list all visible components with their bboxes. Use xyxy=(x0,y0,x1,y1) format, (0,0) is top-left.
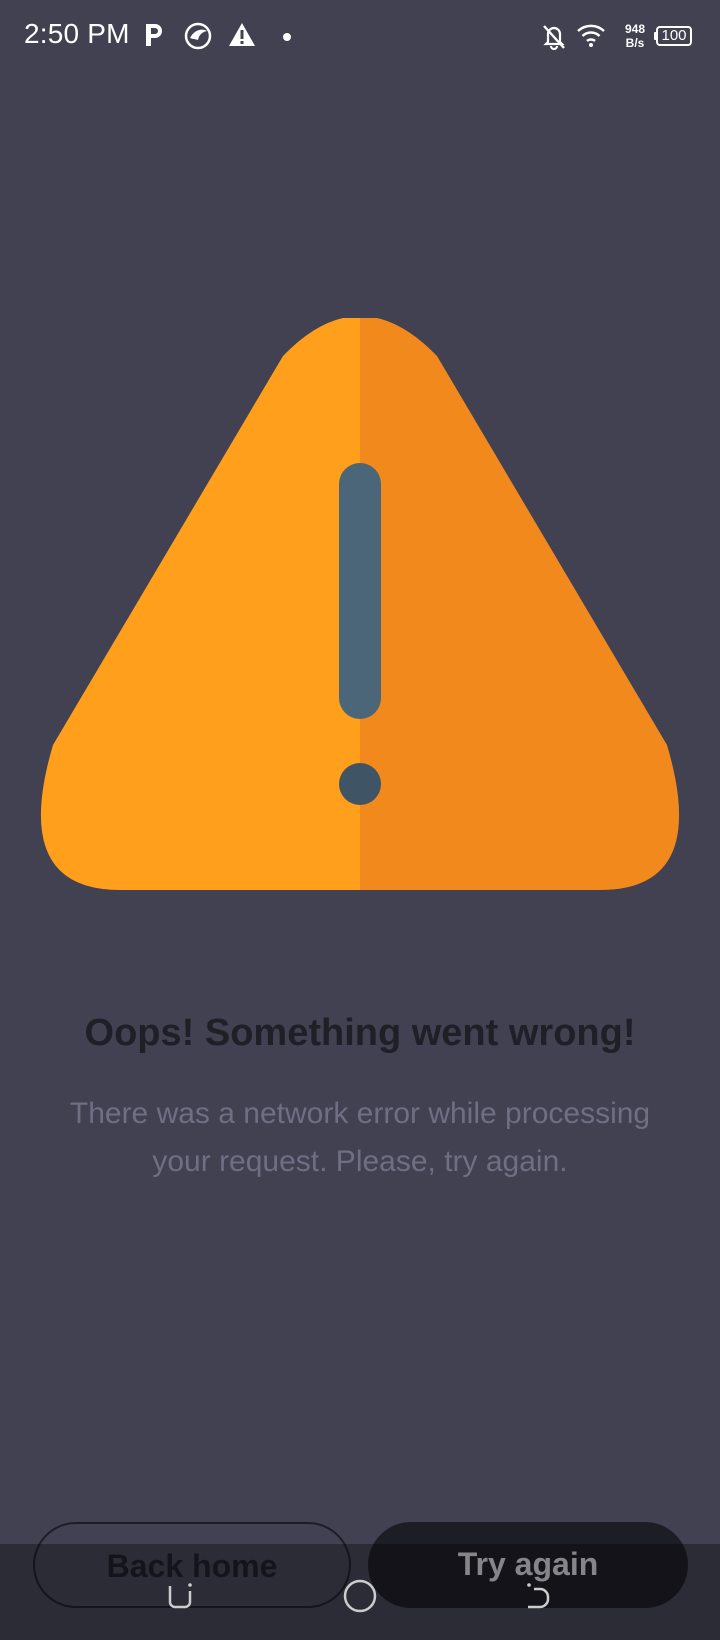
exclamation-bar xyxy=(339,463,381,719)
status-bar: 2:50 PM 948 B/s 100 xyxy=(0,0,720,72)
navigation-bar xyxy=(0,1544,720,1640)
alert-notification-icon xyxy=(229,23,255,46)
error-title: Oops! Something went wrong! xyxy=(84,1012,636,1054)
recents-icon[interactable] xyxy=(164,1580,196,1612)
wifi-icon xyxy=(577,24,605,47)
bird-app-icon xyxy=(184,22,212,50)
bell-off-icon xyxy=(543,25,565,50)
battery-level: 100 xyxy=(661,27,687,44)
parking-app-icon xyxy=(146,24,162,46)
error-screen: 2:50 PM 948 B/s 100 Oops! Something went… xyxy=(0,0,720,1640)
status-time: 2:50 PM xyxy=(24,18,130,49)
warning-triangle-icon xyxy=(41,318,679,890)
home-icon[interactable] xyxy=(342,1578,378,1614)
error-message: There was a network error while processi… xyxy=(69,1097,651,1178)
network-speed: 948 B/s xyxy=(618,22,652,50)
network-speed-unit: B/s xyxy=(625,36,645,50)
network-speed-value: 948 xyxy=(624,22,646,36)
notification-dot-icon xyxy=(283,33,291,41)
back-icon[interactable] xyxy=(522,1580,554,1612)
exclamation-dot xyxy=(339,763,381,805)
